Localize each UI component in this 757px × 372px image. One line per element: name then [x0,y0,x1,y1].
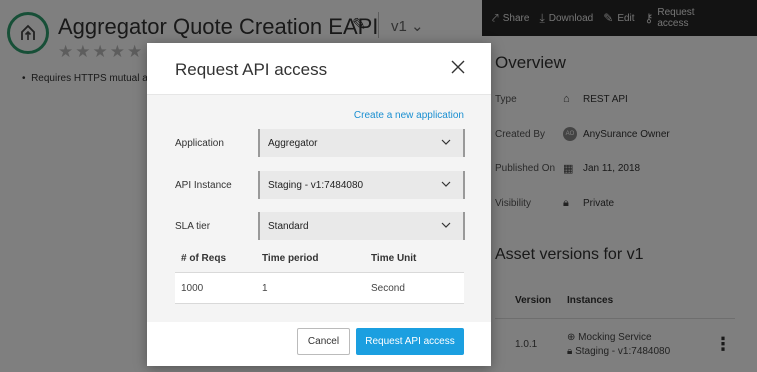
api-instance-select[interactable]: Staging - v1:7484080 [258,171,465,199]
create-application-link[interactable]: Create a new application [354,110,464,121]
chevron-down-icon [441,139,451,145]
application-label: Application [175,137,224,149]
api-instance-value: Staging - v1:7484080 [268,179,364,191]
time-period-cell: 1 [262,282,268,294]
dialog-body: Create a new application Application Agg… [147,95,491,322]
sla-tier-row: SLA tier Standard [175,212,465,240]
chevron-down-icon [441,222,451,228]
request-api-access-button[interactable]: Request API access [356,328,464,355]
dialog-title: Request API access [175,60,328,79]
reqs-cell: 1000 [181,282,204,294]
time-unit-cell: Second [371,282,405,294]
dialog-footer: Cancel Request API access [147,322,491,366]
application-select[interactable]: Aggregator [258,129,465,157]
sla-tier-value: Standard [268,220,309,232]
sla-tier-label: SLA tier [175,220,211,232]
close-icon [451,60,465,74]
table-row: 1000 1 Second [175,273,464,304]
application-row: Application Aggregator [175,129,465,157]
sla-limits-table: # of Reqs Time period Time Unit 1000 1 S… [175,245,464,304]
application-value: Aggregator [268,137,318,149]
chevron-down-icon [441,181,451,187]
request-access-dialog: Request API access Create a new applicat… [147,43,491,366]
table-header: # of Reqs Time period Time Unit [175,245,464,273]
column-header-time-period: Time period [262,253,319,264]
dialog-header: Request API access [147,43,491,95]
sla-tier-select[interactable]: Standard [258,212,465,240]
column-header-time-unit: Time Unit [371,253,417,264]
column-header-reqs: # of Reqs [181,253,227,264]
api-instance-label: API Instance [175,179,232,191]
close-button[interactable] [447,56,469,78]
api-instance-row: API Instance Staging - v1:7484080 [175,171,465,199]
cancel-button[interactable]: Cancel [297,328,350,355]
